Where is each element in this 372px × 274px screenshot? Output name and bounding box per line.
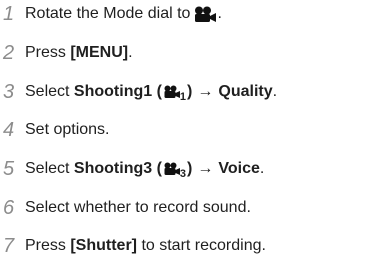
step-3: 3 Select Shooting1 ( 1 ) → Quality . — [0, 79, 277, 105]
shutter-key-label: [Shutter] — [70, 237, 137, 254]
step-1: 1 Rotate the Mode dial to . — [0, 1, 222, 27]
step-6: 6 Select whether to record sound. — [0, 195, 251, 221]
step-text: Press [Shutter] to start recording. — [25, 237, 266, 255]
step-text-pre: Select — [25, 83, 74, 100]
menu-tab-icon: 3 — [163, 162, 186, 180]
step-number: 6 — [3, 196, 15, 219]
movie-camera-icon — [195, 6, 217, 22]
step-number: 2 — [3, 41, 15, 64]
step-text-pre: Press — [25, 237, 71, 254]
paren-open: ( — [152, 160, 162, 177]
paren-open: ( — [152, 83, 162, 100]
menu-item: Quality — [218, 83, 273, 100]
instruction-steps: 1 Rotate the Mode dial to . 2 Press [MEN… — [0, 0, 372, 274]
movie-camera-menu-icon — [164, 85, 180, 98]
step-text: Rotate the Mode dial to . — [25, 5, 222, 23]
step-text-pre: Press — [25, 44, 71, 61]
step-text-pre: Select — [25, 160, 74, 177]
menu-key-label: [MENU] — [70, 44, 129, 61]
step-number: 1 — [3, 2, 15, 25]
paren-close: ) — [187, 83, 193, 100]
step-text: Press [MENU] . — [25, 44, 133, 62]
menu-tab-icon: 1 — [163, 85, 186, 103]
step-text-post: . — [217, 5, 222, 22]
step-text-post: to start recording. — [137, 237, 266, 254]
step-4: 4 Set options. — [0, 117, 110, 143]
step-number: 5 — [3, 157, 15, 180]
step-text-post: . — [272, 83, 278, 100]
step-text-post: . — [128, 44, 133, 61]
movie-camera-menu-icon — [164, 162, 180, 175]
arrow-icon: → — [197, 83, 214, 100]
menu-name: Shooting3 — [73, 160, 153, 177]
step-number: 3 — [3, 80, 15, 103]
step-text: Select Shooting1 ( 1 ) → Quality . — [25, 83, 278, 103]
step-7: 7 Press [Shutter] to start recording. — [0, 233, 266, 259]
step-number: 4 — [3, 118, 15, 141]
arrow-icon: → — [197, 160, 214, 177]
menu-tab-number: 3 — [179, 168, 187, 180]
step-text-pre: Set options. — [25, 121, 110, 138]
step-text-post: . — [259, 160, 265, 177]
step-text: Set options. — [25, 121, 110, 139]
step-text-pre: Rotate the Mode dial to — [25, 5, 191, 22]
paren-close: ) — [187, 160, 193, 177]
step-text: Select whether to record sound. — [25, 199, 251, 217]
menu-item: Voice — [218, 160, 260, 177]
menu-tab-number: 1 — [179, 91, 187, 103]
step-text-pre: Select whether to record sound. — [25, 199, 251, 216]
step-2: 2 Press [MENU] . — [0, 40, 133, 66]
step-number: 7 — [3, 234, 15, 257]
menu-name: Shooting1 — [73, 83, 153, 100]
step-text: Select Shooting3 ( 3 ) → Voice . — [25, 160, 265, 180]
step-5: 5 Select Shooting3 ( 3 ) → Voice . — [0, 156, 264, 182]
